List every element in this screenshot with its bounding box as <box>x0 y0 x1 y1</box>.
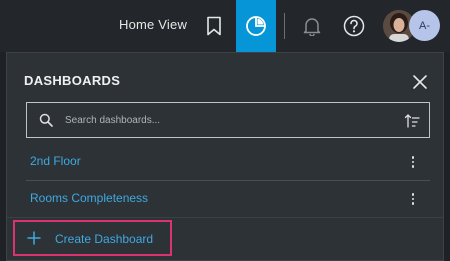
close-icon[interactable] <box>411 73 429 91</box>
dashboard-link[interactable]: 2nd Floor <box>30 154 81 168</box>
bell-icon[interactable] <box>298 12 326 40</box>
dashboard-link[interactable]: Rooms Completeness <box>30 191 148 205</box>
pie-chart-icon <box>246 16 266 36</box>
toolbar-divider <box>284 13 285 39</box>
bookmark-icon[interactable] <box>200 12 228 40</box>
more-options-icon[interactable] <box>408 190 418 208</box>
panel-title: DASHBOARDS <box>24 73 121 88</box>
create-dashboard-label: Create Dashboard <box>55 232 154 246</box>
create-dashboard-button[interactable]: Create Dashboard <box>13 220 172 256</box>
dashboards-button[interactable] <box>236 0 276 52</box>
search-input[interactable] <box>65 103 395 137</box>
dashboards-panel: DASHBOARDS 2nd Floor Rooms Completeness … <box>6 52 444 261</box>
avatar-initials-badge[interactable]: A- <box>409 10 440 41</box>
list-item[interactable]: Rooms Completeness <box>26 181 430 218</box>
footer-divider <box>7 217 443 218</box>
plus-icon <box>27 231 41 245</box>
search-box <box>26 102 430 138</box>
help-icon[interactable] <box>340 12 368 40</box>
more-options-icon[interactable] <box>408 153 418 171</box>
list-item[interactable]: 2nd Floor <box>26 144 430 181</box>
top-toolbar: Home View A- <box>0 0 450 52</box>
sort-icon[interactable] <box>404 113 420 129</box>
search-icon <box>39 113 53 127</box>
home-view-button[interactable]: Home View <box>119 17 187 32</box>
